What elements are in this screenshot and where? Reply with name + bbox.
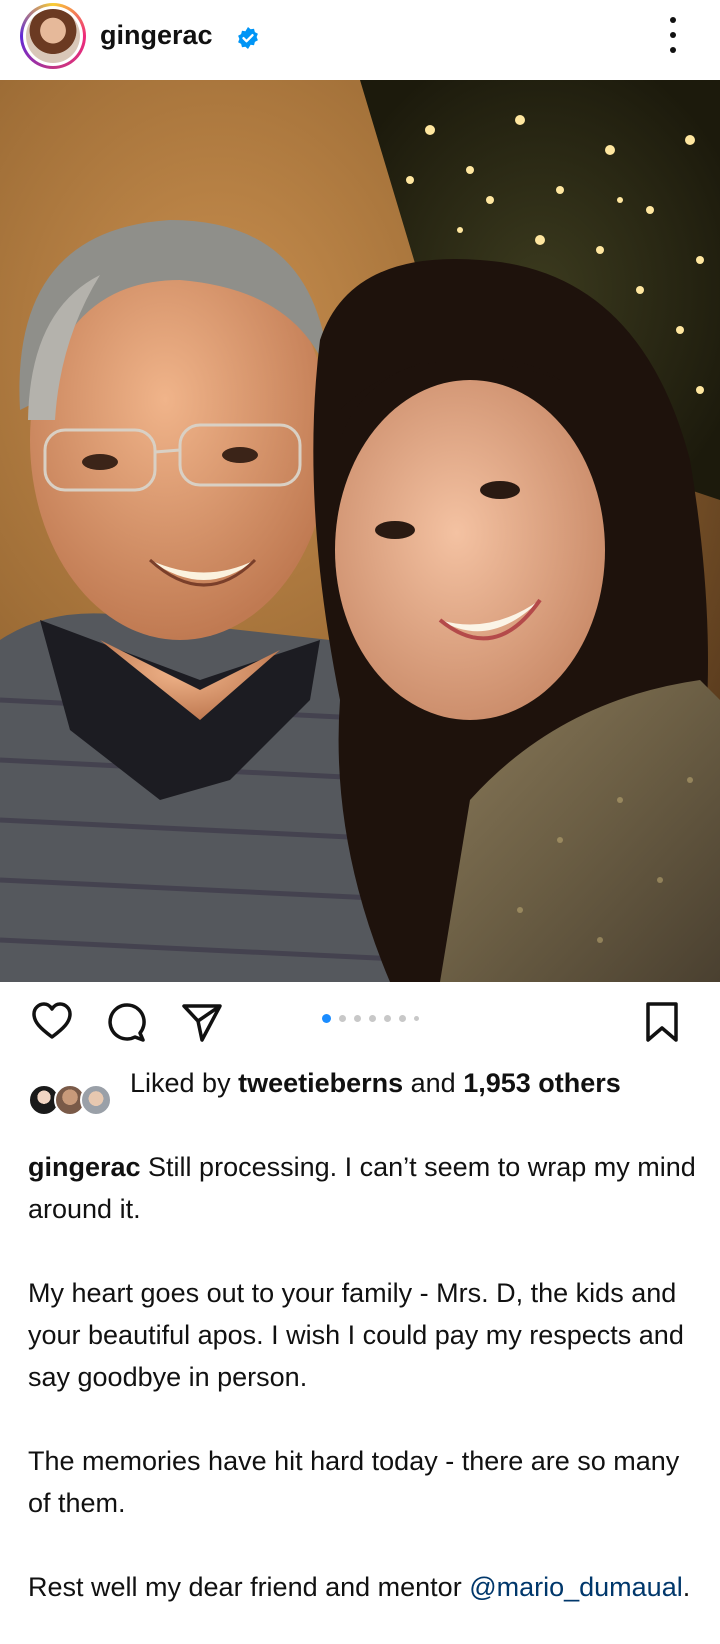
- like-count[interactable]: 1,953: [463, 1068, 531, 1098]
- carousel-dot: [384, 1015, 391, 1022]
- post-header: gingerac: [0, 0, 720, 80]
- carousel-dot: [354, 1015, 361, 1022]
- verified-badge-icon: [238, 27, 258, 49]
- username[interactable]: gingerac: [100, 20, 213, 51]
- carousel-dot: [369, 1015, 376, 1022]
- liker-avatar: [80, 1084, 112, 1116]
- bookmark-icon[interactable]: [640, 1000, 684, 1044]
- carousel-dot: [339, 1015, 346, 1022]
- carousel-dot: [399, 1015, 406, 1022]
- avatar[interactable]: [20, 3, 86, 69]
- caption-author[interactable]: gingerac: [28, 1152, 141, 1182]
- share-icon[interactable]: [180, 1000, 224, 1044]
- more-options-icon[interactable]: [667, 17, 679, 53]
- post-caption: gingerac Still processing. I can’t seem …: [28, 1146, 698, 1644]
- liker-username[interactable]: tweetieberns: [238, 1068, 403, 1098]
- likes-summary[interactable]: Liked by tweetieberns and 1,953 others: [130, 1064, 690, 1102]
- avatar-image: [26, 9, 80, 63]
- carousel-dot: [414, 1016, 419, 1021]
- caption-paragraph: My heart goes out to your family - Mrs. …: [28, 1278, 684, 1392]
- carousel-dot: [322, 1014, 331, 1023]
- post-image[interactable]: [0, 80, 720, 982]
- heart-icon[interactable]: [30, 1000, 74, 1044]
- caption-paragraph: Rest well my dear friend and mentor @mar…: [28, 1572, 691, 1602]
- carousel-indicator: [322, 1014, 419, 1023]
- liker-avatars[interactable]: [28, 1080, 118, 1120]
- mention-link[interactable]: @mario_dumaual: [469, 1572, 683, 1602]
- photo-illustration: [0, 80, 720, 982]
- caption-paragraph: The memories have hit hard today - there…: [28, 1446, 680, 1518]
- caption-paragraph: gingerac Still processing. I can’t seem …: [28, 1152, 696, 1224]
- comment-icon[interactable]: [104, 1000, 148, 1044]
